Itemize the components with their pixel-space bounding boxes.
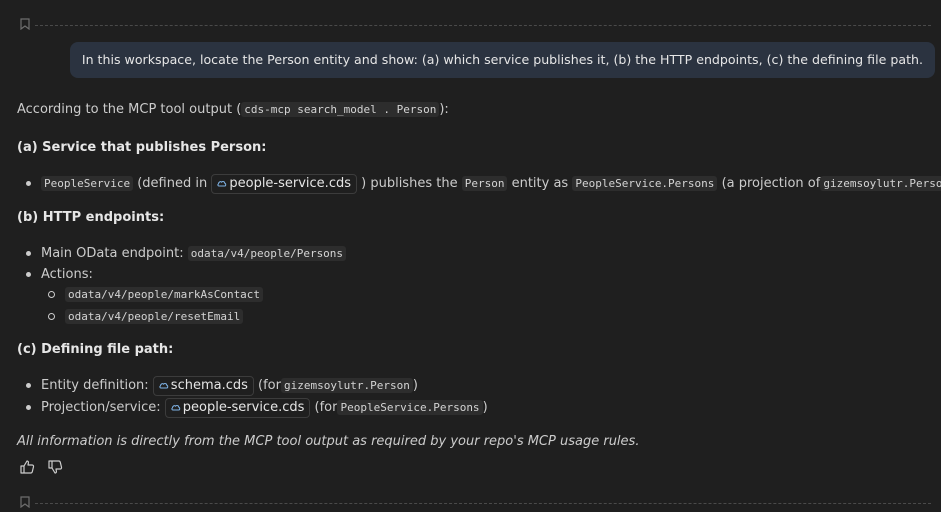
section-a-heading: (a) Service that publishes Person:: [17, 140, 267, 155]
file-name: schema.cds: [170, 378, 248, 393]
item-text: (defined in: [137, 176, 208, 191]
intro-text: According to the MCP tool output (: [17, 102, 242, 117]
main-endpoint-code: odata/v4/people/Persons: [187, 246, 347, 261]
divider-line: [35, 25, 931, 26]
thumbs-down-icon[interactable]: [47, 459, 63, 479]
main-endpoint-label: Main OData endpoint:: [41, 246, 184, 261]
sub-bullet: [48, 313, 55, 320]
source-entity-code: gizemsoylutr.Person: [820, 176, 941, 191]
item-text: ): [412, 378, 418, 393]
intro-line: According to the MCP tool output (cds-mc…: [17, 100, 449, 120]
action-endpoint-1: odata/v4/people/markAsContact: [65, 285, 264, 305]
projection-code: PeopleService.Persons: [337, 400, 483, 415]
bullet: [26, 251, 31, 256]
message-divider-bottom: [0, 496, 941, 510]
section-c-heading: (c) Defining file path:: [17, 342, 174, 357]
bullet: [26, 181, 31, 186]
cds-file-icon: [159, 383, 169, 389]
main-endpoint-item: Main OData endpoint: odata/v4/people/Per…: [41, 244, 347, 264]
bullet: [26, 405, 31, 410]
feedback-actions: [19, 459, 71, 479]
divider-line: [35, 503, 931, 504]
entity-code: Person: [461, 176, 508, 191]
bullet: [26, 272, 31, 277]
item-text: (a projection of: [721, 176, 821, 191]
file-name: people-service.cds: [182, 400, 305, 415]
cds-file-icon: [217, 181, 227, 187]
section-a-item: PeopleService (defined in people-service…: [41, 174, 941, 194]
item-text: (for: [314, 400, 338, 415]
intro-suffix: ):: [439, 102, 449, 117]
item-text: ): [482, 400, 488, 415]
item-text: entity as: [511, 176, 569, 191]
item-text: (for: [258, 378, 281, 393]
action-endpoint-2: odata/v4/people/resetEmail: [65, 307, 244, 327]
bullet: [26, 383, 31, 388]
file-link-people-service[interactable]: people-service.cds: [164, 398, 311, 418]
projection-code: PeopleService.Persons: [572, 176, 718, 191]
service-code: PeopleService: [41, 176, 134, 191]
entity-definition-item: Entity definition: schema.cds (for gizems…: [41, 376, 418, 396]
projection-label: Projection/service:: [41, 400, 161, 415]
projection-item: Projection/service: people-service.cds (…: [41, 398, 488, 418]
file-link-people-service[interactable]: people-service.cds: [211, 174, 357, 194]
action-code: odata/v4/people/markAsContact: [65, 287, 264, 302]
footnote: All information is directly from the MCP…: [17, 434, 640, 449]
intro-command-code: cds-mcp search_model . Person: [241, 102, 440, 117]
file-link-schema[interactable]: schema.cds: [152, 376, 254, 396]
item-text: ) publishes the: [361, 176, 458, 191]
bookmark-icon[interactable]: [20, 18, 30, 34]
cds-file-icon: [171, 405, 180, 411]
entity-code: gizemsoylutr.Person: [280, 378, 413, 393]
action-code: odata/v4/people/resetEmail: [65, 309, 244, 324]
entity-definition-label: Entity definition:: [41, 378, 149, 393]
bookmark-icon[interactable]: [20, 496, 30, 512]
actions-item: Actions:: [41, 267, 93, 282]
section-b-heading: (b) HTTP endpoints:: [17, 210, 165, 225]
user-message: In this workspace, locate the Person ent…: [69, 42, 935, 78]
file-name: people-service.cds: [229, 176, 351, 191]
sub-bullet: [48, 291, 55, 298]
message-divider-top: [0, 18, 941, 32]
thumbs-up-icon[interactable]: [19, 459, 35, 479]
